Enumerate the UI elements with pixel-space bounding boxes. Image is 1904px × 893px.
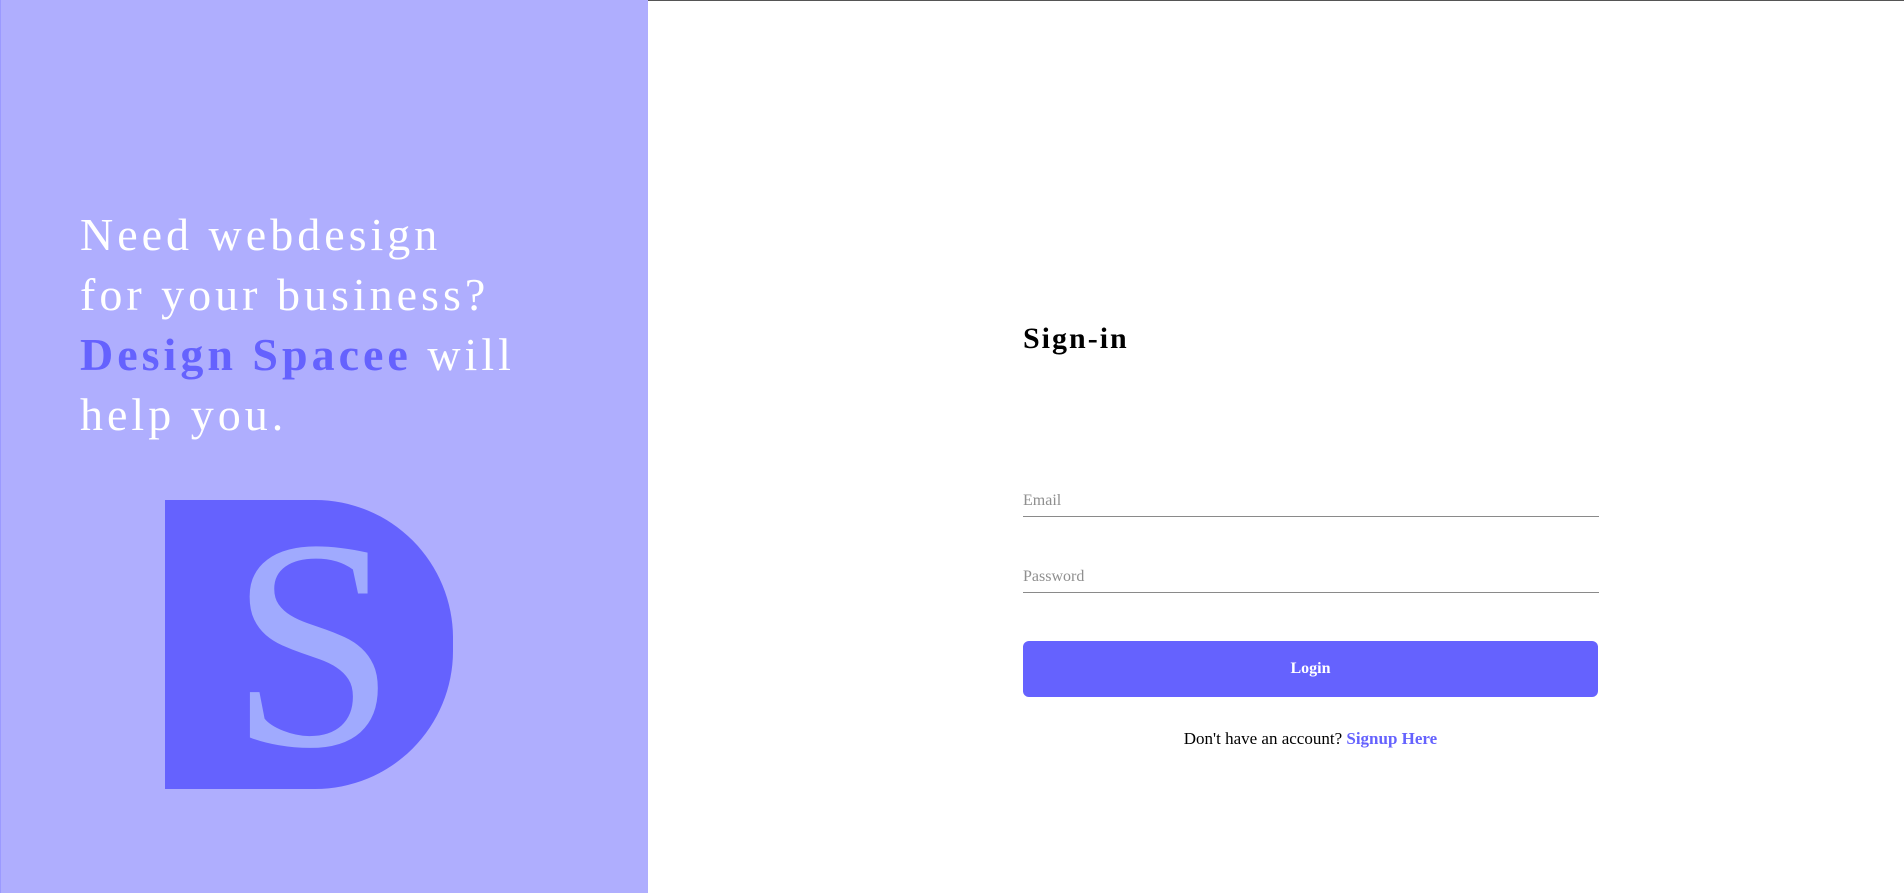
hero-line-4: help you. xyxy=(80,389,288,440)
brand-name: Design Spacee xyxy=(80,329,412,380)
no-account-text: Don't have an account? xyxy=(1183,729,1347,748)
signin-panel xyxy=(648,1,1904,893)
signup-link[interactable]: Signup Here xyxy=(1346,729,1437,748)
password-field[interactable] xyxy=(1023,562,1599,593)
email-field[interactable] xyxy=(1023,486,1599,517)
hero-line-3: will xyxy=(411,329,515,380)
logo-letter: S xyxy=(230,500,397,789)
hero-line-2: for your business? xyxy=(80,269,490,320)
login-button[interactable]: Login xyxy=(1023,641,1598,697)
design-spacee-logo: S xyxy=(165,500,453,789)
signin-title: Sign-in xyxy=(1023,322,1129,355)
hero-panel-edge xyxy=(0,0,1,893)
signup-prompt: Don't have an account? Signup Here xyxy=(1023,729,1598,749)
hero-tagline: Need webdesign for your business? Design… xyxy=(80,205,600,445)
hero-panel: Need webdesign for your business? Design… xyxy=(0,0,648,893)
hero-line-1: Need webdesign xyxy=(80,209,442,260)
